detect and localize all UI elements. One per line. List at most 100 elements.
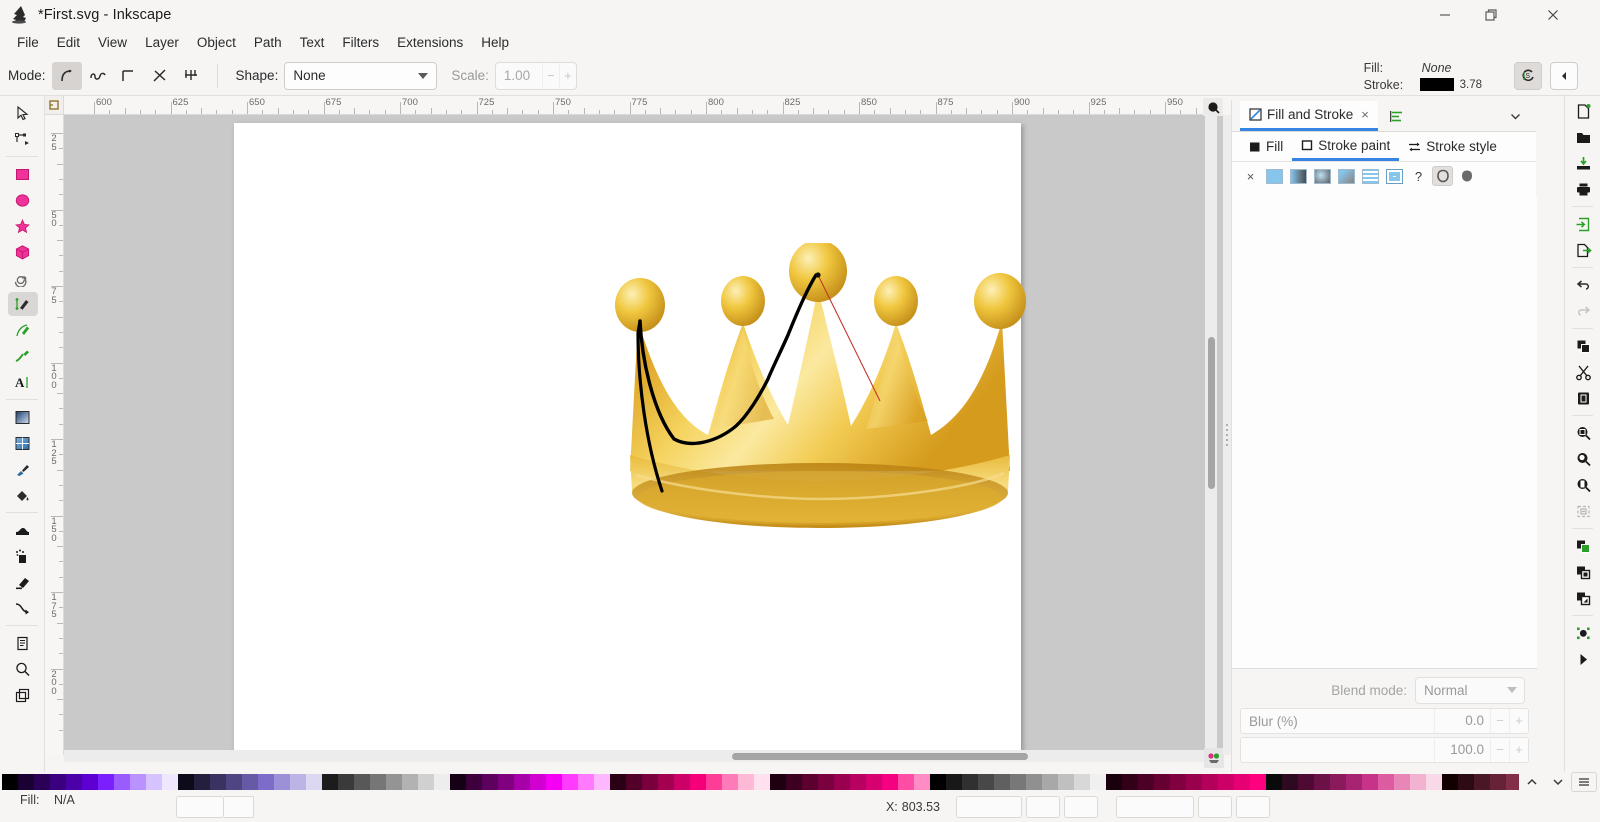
- xml-editor-icon[interactable]: [1565, 620, 1600, 646]
- selector-tool[interactable]: [0, 100, 45, 126]
- palette-swatch[interactable]: [1090, 774, 1106, 790]
- palette-swatch[interactable]: [626, 774, 642, 790]
- rectangle-tool[interactable]: [0, 161, 45, 187]
- palette-swatch[interactable]: [722, 774, 738, 790]
- linear-gradient-button[interactable]: [1288, 166, 1309, 186]
- zoom-level-box[interactable]: [1116, 796, 1194, 818]
- radial-gradient-button[interactable]: [1312, 166, 1333, 186]
- blur-stepper[interactable]: − +: [1490, 709, 1528, 733]
- shape-dropdown[interactable]: None: [284, 61, 438, 90]
- palette-swatch[interactable]: [1106, 774, 1122, 790]
- golden-crown-drawing[interactable]: [600, 240, 1040, 553]
- rotation-box[interactable]: [1026, 796, 1060, 818]
- dock-tab-objects[interactable]: [1378, 101, 1416, 131]
- vertical-ruler[interactable]: 2 55 07 51 0 01 2 51 5 01 7 52 0 0: [45, 115, 64, 755]
- palette-swatch[interactable]: [1506, 774, 1519, 790]
- palette-swatch[interactable]: [1026, 774, 1042, 790]
- dock-resize-handle[interactable]: [1223, 115, 1231, 755]
- palette-swatch[interactable]: [130, 774, 146, 790]
- collapse-panel-icon[interactable]: [1550, 62, 1578, 90]
- y-coord-box[interactable]: [956, 796, 1022, 818]
- tweak-tool[interactable]: [0, 517, 45, 543]
- dock-tab-close-icon[interactable]: ×: [1361, 107, 1369, 122]
- zoom-tool[interactable]: [0, 656, 45, 682]
- palette-swatch[interactable]: [1122, 774, 1138, 790]
- duplicate-icon[interactable]: [1565, 585, 1600, 611]
- zoom-drawing-icon[interactable]: [1565, 420, 1600, 446]
- palette-swatch[interactable]: [946, 774, 962, 790]
- palette-swatch[interactable]: [770, 774, 786, 790]
- palette-swatch[interactable]: [98, 774, 114, 790]
- cut-icon[interactable]: [1565, 359, 1600, 385]
- palette-swatch[interactable]: [1394, 774, 1410, 790]
- swatch-button[interactable]: [1384, 166, 1405, 186]
- palette-swatch[interactable]: [1042, 774, 1058, 790]
- palette-swatch[interactable]: [466, 774, 482, 790]
- menu-item-filters[interactable]: Filters: [333, 32, 388, 53]
- palette-swatch[interactable]: [418, 774, 434, 790]
- menu-item-text[interactable]: Text: [291, 32, 334, 53]
- print-document-icon[interactable]: [1565, 176, 1600, 202]
- copy-icon[interactable]: [1565, 333, 1600, 359]
- export-icon[interactable]: [1565, 237, 1600, 263]
- 3dbox-tool[interactable]: [0, 239, 45, 265]
- fit-page-icon[interactable]: [1565, 498, 1600, 524]
- text-tool[interactable]: A: [0, 369, 45, 395]
- palette-menu-icon[interactable]: [1571, 772, 1597, 792]
- menu-item-view[interactable]: View: [89, 32, 136, 53]
- palette-swatch[interactable]: [690, 774, 706, 790]
- palette-swatch[interactable]: [210, 774, 226, 790]
- star-tool[interactable]: [0, 213, 45, 239]
- gradient-tool[interactable]: [0, 404, 45, 430]
- palette-swatch[interactable]: [322, 774, 338, 790]
- palette-swatch[interactable]: [706, 774, 722, 790]
- palette-swatch[interactable]: [930, 774, 946, 790]
- palette-swatch[interactable]: [114, 774, 130, 790]
- palette-swatch[interactable]: [226, 774, 242, 790]
- document-page[interactable]: [234, 123, 1026, 753]
- import-icon[interactable]: [1565, 211, 1600, 237]
- palette-swatch[interactable]: [802, 774, 818, 790]
- palette-swatch[interactable]: [866, 774, 882, 790]
- palette-swatch[interactable]: [1154, 774, 1170, 790]
- menu-item-object[interactable]: Object: [188, 32, 245, 53]
- palette-scroll-down-icon[interactable]: [1545, 772, 1571, 792]
- palette-swatch[interactable]: [2, 774, 18, 790]
- rotate-step-box[interactable]: [1236, 796, 1270, 818]
- palette-swatch[interactable]: [738, 774, 754, 790]
- horizontal-scroll-thumb[interactable]: [732, 753, 1028, 760]
- palette-swatch[interactable]: [1250, 774, 1266, 790]
- palette-swatch[interactable]: [1490, 774, 1506, 790]
- palette-swatch[interactable]: [882, 774, 898, 790]
- opacity-slider[interactable]: 100.0 − +: [1240, 737, 1529, 763]
- dock-tab-fill-and-stroke[interactable]: Fill and Stroke ×: [1240, 101, 1378, 131]
- palette-swatch[interactable]: [1346, 774, 1362, 790]
- palette-swatch[interactable]: [962, 774, 978, 790]
- palette-scroll-up-icon[interactable]: [1519, 772, 1545, 792]
- palette-swatch[interactable]: [1074, 774, 1090, 790]
- palette-swatch[interactable]: [562, 774, 578, 790]
- menu-item-layer[interactable]: Layer: [136, 32, 188, 53]
- palette-swatch[interactable]: [50, 774, 66, 790]
- blur-slider[interactable]: Blur (%) 0.0 − +: [1240, 708, 1529, 734]
- indicator-stroke-swatch[interactable]: [1419, 78, 1454, 91]
- maximize-icon[interactable]: [1468, 0, 1514, 30]
- palette-swatch[interactable]: [1458, 774, 1474, 790]
- palette-swatch[interactable]: [658, 774, 674, 790]
- palette-swatch[interactable]: [18, 774, 34, 790]
- new-document-icon[interactable]: [1565, 98, 1600, 124]
- dropper-tool[interactable]: [0, 456, 45, 482]
- page-tool[interactable]: [0, 630, 45, 656]
- palette-swatch[interactable]: [178, 774, 194, 790]
- palette-swatch[interactable]: [1186, 774, 1202, 790]
- paint-order-stroke-button[interactable]: [1432, 166, 1453, 186]
- zoom-page-icon[interactable]: [1565, 472, 1600, 498]
- palette-swatch[interactable]: [1298, 774, 1314, 790]
- horizontal-scrollbar[interactable]: [64, 750, 1205, 762]
- flat-color-button[interactable]: [1264, 166, 1285, 186]
- palette-swatch[interactable]: [450, 774, 466, 790]
- palette-swatch[interactable]: [482, 774, 498, 790]
- menu-item-extensions[interactable]: Extensions: [388, 32, 472, 53]
- palette-swatch[interactable]: [1138, 774, 1154, 790]
- preferences-icon[interactable]: [1565, 646, 1600, 672]
